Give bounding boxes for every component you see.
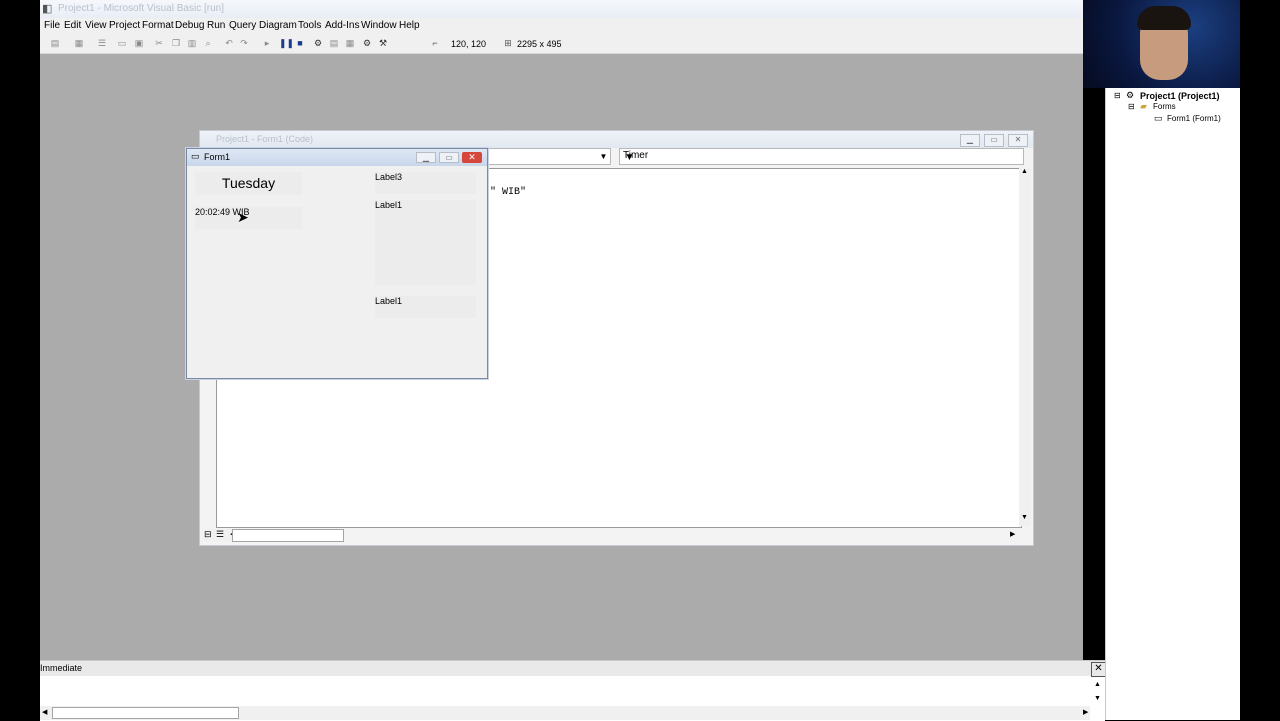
scrollbar-thumb[interactable] xyxy=(52,707,239,719)
close-button[interactable]: ✕ xyxy=(462,152,482,163)
menu-help[interactable]: Help xyxy=(399,20,420,31)
position-icon: ⌐ xyxy=(432,38,438,48)
procedure-view-icon[interactable]: ⊟ xyxy=(204,529,212,540)
undo-icon[interactable]: ↶ xyxy=(224,38,234,48)
vertical-scrollbar[interactable]: ▲ ▼ xyxy=(1019,168,1031,526)
immediate-window[interactable]: Immediate ✕ ▲ ▼ ◀ ▶ xyxy=(40,660,1106,721)
menu-add-ins[interactable]: Add-Ins xyxy=(325,20,359,31)
chevron-down-icon[interactable]: ▼ xyxy=(623,150,636,165)
scroll-right-icon[interactable]: ▶ xyxy=(1010,530,1015,538)
menu-run[interactable]: Run xyxy=(207,20,225,31)
cut-icon[interactable]: ✂ xyxy=(154,38,164,48)
menu-window[interactable]: Window xyxy=(361,20,397,31)
app-titlebar: ◧ Project1 - Microsoft Visual Basic [run… xyxy=(40,0,1083,18)
paste-icon[interactable]: ▥ xyxy=(187,38,197,48)
menu-project[interactable]: Project xyxy=(109,20,140,31)
find-icon[interactable]: ⌕ xyxy=(203,38,213,48)
folder-icon: ▰ xyxy=(1140,101,1147,111)
menu-editor-icon[interactable]: ☰ xyxy=(97,38,107,48)
close-icon[interactable]: ✕ xyxy=(1091,662,1106,677)
day-label: Tuesday xyxy=(195,172,302,195)
webcam-person-hair xyxy=(1137,6,1191,30)
label3: Label3 xyxy=(375,172,476,194)
scroll-down-icon[interactable]: ▼ xyxy=(1021,514,1028,521)
minimize-button[interactable]: ▁ xyxy=(960,134,980,147)
immediate-title: Immediate xyxy=(40,663,83,673)
code-window-titlebar: Project1 - Form1 (Code) ▁ ▭ ✕ xyxy=(200,131,1033,148)
app-title: Project1 - Microsoft Visual Basic [run] xyxy=(58,3,224,14)
project-explorer: ⊟ ⚙ Project1 (Project1) ⊟ ▰ Forms ▭ Form… xyxy=(1105,88,1243,720)
scroll-down-icon[interactable]: ▼ xyxy=(1094,695,1101,702)
form-layout-icon[interactable]: ▦ xyxy=(345,38,355,48)
menu-diagram[interactable]: Diagram xyxy=(259,20,297,31)
break-icon[interactable]: ❚❚ xyxy=(279,38,294,48)
code-window-title: Project1 - Form1 (Code) xyxy=(216,134,314,144)
forms-folder-node[interactable]: Forms xyxy=(1153,102,1176,111)
project-explorer-icon[interactable]: ⚙ xyxy=(313,38,323,48)
chevron-down-icon[interactable]: ▼ xyxy=(597,149,610,164)
position-readout: 120, 120 xyxy=(451,39,487,49)
start-icon[interactable]: ▸ xyxy=(262,38,272,48)
menu-format[interactable]: Format xyxy=(142,20,174,31)
form1-title: Form1 xyxy=(204,152,231,162)
menu-edit[interactable]: Edit xyxy=(64,20,81,31)
project-node[interactable]: Project1 (Project1) xyxy=(1140,91,1220,101)
object-dropdown[interactable]: ▼ xyxy=(487,148,611,165)
scroll-left-icon[interactable]: ◀ xyxy=(42,708,47,716)
project-icon: ⚙ xyxy=(1126,90,1135,100)
scroll-up-icon[interactable]: ▲ xyxy=(1021,168,1028,175)
menu-view[interactable]: View xyxy=(85,20,107,31)
add-project-icon[interactable]: ▤ xyxy=(50,38,60,48)
mouse-cursor-icon: ➤ xyxy=(237,209,249,225)
object-browser-icon[interactable]: ⚙ xyxy=(362,38,372,48)
collapse-icon[interactable]: ⊟ xyxy=(1114,91,1121,100)
size-icon: ⊞ xyxy=(504,38,512,48)
form1-titlebar: ▭ Form1 ▁ ▭ ✕ xyxy=(187,149,487,166)
form1-window: ▭ Form1 ▁ ▭ ✕ Tuesday 20:02:49 WIB Label… xyxy=(186,148,488,379)
label1-top: Label1 xyxy=(375,200,476,285)
immediate-titlebar: Immediate xyxy=(40,661,1105,676)
toolbox-icon[interactable]: ⚒ xyxy=(378,38,388,48)
copy-icon[interactable]: ❐ xyxy=(171,38,181,48)
open-icon[interactable]: ▭ xyxy=(117,38,127,48)
left-video-border xyxy=(0,0,40,720)
redo-icon[interactable]: ↷ xyxy=(239,38,249,48)
maximize-button[interactable]: ▭ xyxy=(984,134,1004,147)
scroll-right-icon[interactable]: ▶ xyxy=(1083,708,1088,716)
close-button[interactable]: ✕ xyxy=(1008,134,1028,147)
full-module-view-icon[interactable]: ☰ xyxy=(216,529,224,540)
save-icon[interactable]: ▣ xyxy=(134,38,144,48)
form-icon: ▭ xyxy=(191,151,200,161)
collapse-icon[interactable]: ⊟ xyxy=(1128,102,1135,111)
end-icon[interactable]: ■ xyxy=(295,38,305,48)
vb-app-icon: ◧ xyxy=(42,3,53,15)
menu-query[interactable]: Query xyxy=(229,20,256,31)
menu-debug[interactable]: Debug xyxy=(175,20,204,31)
scroll-up-icon[interactable]: ▲ xyxy=(1094,681,1101,688)
minimize-button[interactable]: ▁ xyxy=(416,152,436,163)
procedure-dropdown[interactable]: Timer ▼ xyxy=(619,148,1024,165)
right-video-border xyxy=(1240,0,1280,720)
menu-tools[interactable]: Tools xyxy=(298,20,321,31)
scrollbar-thumb[interactable] xyxy=(232,529,344,542)
menubar: File Edit View Project Format Debug Run … xyxy=(40,18,1083,35)
maximize-button[interactable]: ▭ xyxy=(439,152,459,163)
immediate-horizontal-scrollbar[interactable]: ◀ ▶ xyxy=(40,706,1090,720)
size-readout: 2295 x 495 xyxy=(517,39,562,49)
menu-file[interactable]: File xyxy=(44,20,60,31)
label1-bottom: Label1 xyxy=(375,296,476,318)
properties-icon[interactable]: ▤ xyxy=(329,38,339,48)
form1-node[interactable]: Form1 (Form1) xyxy=(1167,114,1221,123)
add-form-icon[interactable]: ▦ xyxy=(74,38,84,48)
form-icon: ▭ xyxy=(1154,113,1163,123)
